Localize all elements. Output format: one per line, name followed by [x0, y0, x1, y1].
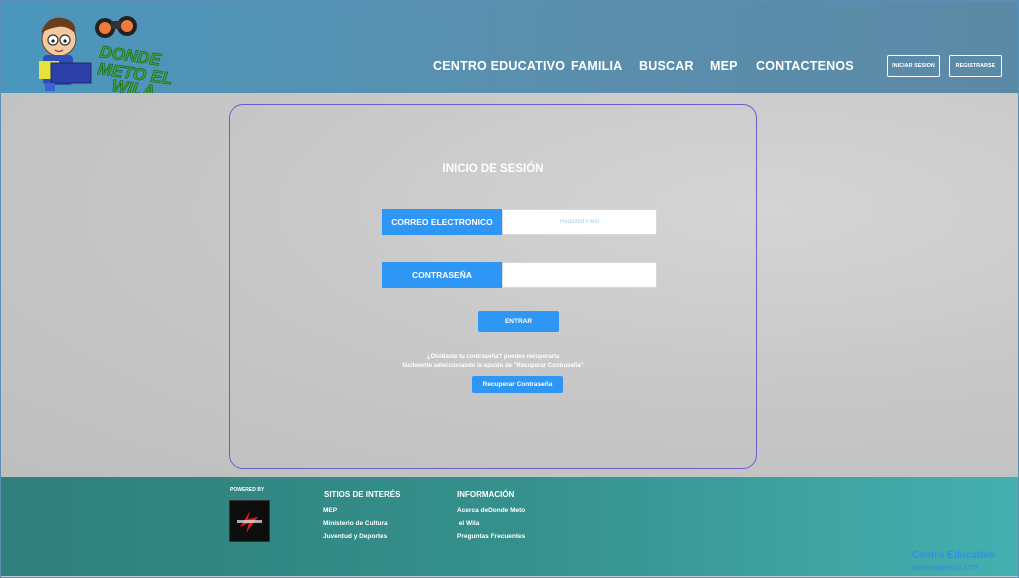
- footer-link-acerca[interactable]: Acerca deDonde Meto: [457, 507, 525, 514]
- email-label: CORREO ELECTRONICO: [382, 209, 502, 235]
- forgot-line-1: ¿Olvidaste tu contraseña? puedes recuper…: [426, 354, 560, 360]
- footer-brand-title: Centro Educativo: [912, 550, 995, 561]
- forgot-password-text: ¿Olvidaste tu contraseña? puedes recuper…: [230, 353, 756, 370]
- footer-link-el-wila[interactable]: el Wila: [457, 520, 480, 527]
- nav-familia[interactable]: FAMILIA: [571, 59, 622, 73]
- nav-contactenos[interactable]: CONTACTENOS: [756, 59, 854, 73]
- login-title: INICIO DE SESIÓN: [442, 163, 544, 175]
- information-title: INFORMACIÓN: [457, 490, 515, 499]
- recover-password-button[interactable]: Recuperar Contraseña: [472, 376, 563, 393]
- sites-of-interest-title: SITIOS DE INTERÉS: [324, 490, 401, 499]
- register-header-button[interactable]: REGISTRARSE: [949, 55, 1002, 77]
- nav-buscar[interactable]: BUSCAR: [639, 59, 694, 73]
- site-header: DONDE METO EL WILA CENTRO EDUCATIVO FAMI…: [1, 1, 1018, 93]
- footer-brand-subtitle: DEPENDENCIA LTD: [912, 565, 978, 572]
- password-label: CONTRASEÑA: [382, 262, 502, 288]
- email-field[interactable]: [502, 209, 657, 235]
- powered-by-label: POWERED BY: [230, 487, 265, 493]
- nav-centro-educativo[interactable]: CENTRO EDUCATIVO: [433, 59, 565, 73]
- enter-button[interactable]: ENTRAR: [478, 311, 559, 332]
- login-card: INICIO DE SESIÓN CORREO ELECTRONICO CONT…: [229, 104, 757, 469]
- password-field[interactable]: [502, 262, 657, 288]
- site-footer: POWERED BY SITIOS DE INTERÉS MEP Ministe…: [1, 477, 1018, 576]
- nav-mep[interactable]: MEP: [710, 59, 738, 73]
- footer-link-juventud-deportes[interactable]: Juventud y Deportes: [323, 533, 387, 540]
- footer-link-ministerio-cultura[interactable]: Ministerio de Cultura: [323, 520, 388, 527]
- powered-by-logo[interactable]: [229, 500, 270, 542]
- forgot-line-2: fácilmente seleccionando la opción de "R…: [402, 362, 584, 369]
- site-logo[interactable]: DONDE METO EL WILA: [29, 11, 179, 93]
- footer-link-mep[interactable]: MEP: [323, 507, 337, 514]
- footer-link-preguntas[interactable]: Preguntas Frecuentes: [457, 533, 525, 540]
- login-header-button[interactable]: INICIAR SESION: [887, 55, 940, 77]
